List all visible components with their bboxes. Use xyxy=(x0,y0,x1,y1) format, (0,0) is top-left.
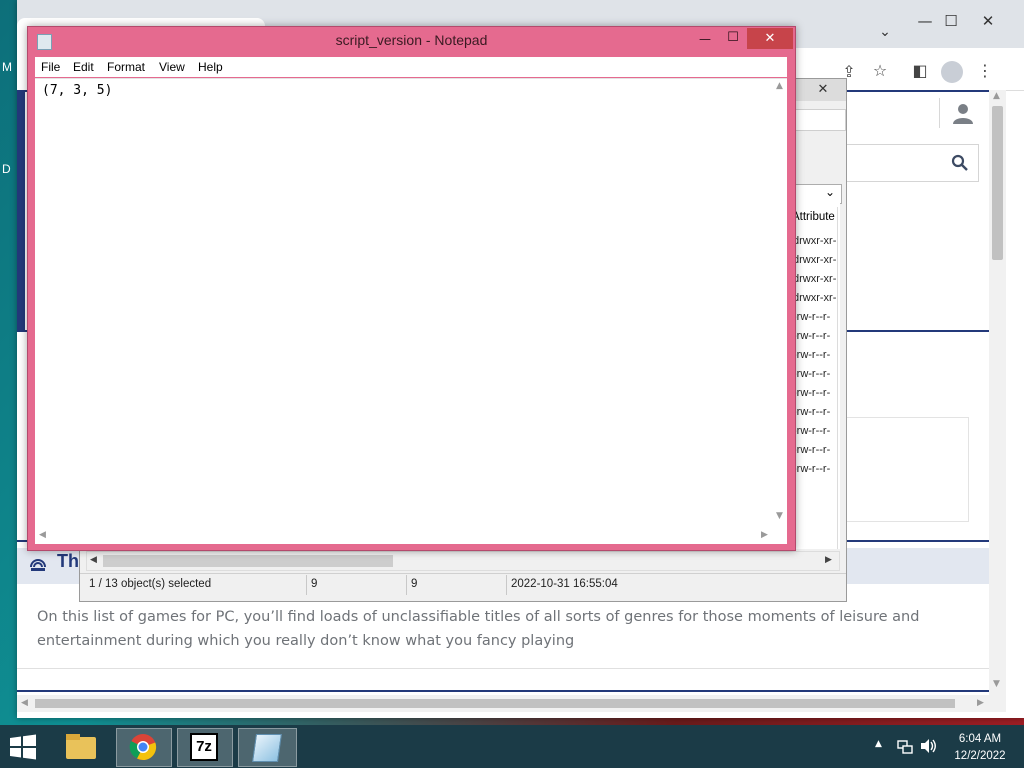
file-attribute-cell[interactable]: -rw-r--r- xyxy=(793,463,843,475)
file-list-hscrollbar[interactable]: ◀ ▶ xyxy=(86,551,840,571)
notepad-title: script_version - Notepad xyxy=(335,32,488,48)
notepad-minimize-button[interactable]: — xyxy=(691,29,719,49)
notepad-menubar: File Edit Format View Help xyxy=(35,57,787,77)
file-attribute-cell[interactable]: -rw-r--r- xyxy=(793,444,843,456)
taskbar: 7z ▲ 6:04 AM 12/2/2022 xyxy=(0,725,1024,768)
file-attribute-cell[interactable]: -rw-r--r- xyxy=(793,330,843,342)
status-modified: 2022-10-31 16:55:04 xyxy=(511,578,618,590)
tab-search-chevron-icon[interactable]: ⌄ xyxy=(869,24,901,40)
network-icon[interactable] xyxy=(897,738,913,754)
notepad-window: script_version - Notepad — ☐ ✕ File Edit… xyxy=(27,26,796,551)
menu-help[interactable]: Help xyxy=(198,60,223,74)
file-list-scroll-thumb[interactable] xyxy=(103,555,393,567)
menu-format[interactable]: Format xyxy=(107,60,145,74)
notepad-horizontal-scrollbar[interactable]: ◀ ▶ xyxy=(35,527,773,543)
notepad-vertical-scrollbar[interactable]: ▲ ▼ xyxy=(773,79,787,527)
file-attribute-cell[interactable]: drwxr-xr- xyxy=(793,235,843,247)
file-attribute-cell[interactable]: -rw-r--r- xyxy=(793,311,843,323)
folder-icon xyxy=(66,737,96,759)
address-field[interactable] xyxy=(792,109,846,131)
status-size: 9 xyxy=(311,578,318,590)
notepad-maximize-button[interactable]: ☐ xyxy=(719,28,747,48)
7zip-icon: 7z xyxy=(190,733,218,761)
file-attribute-cell[interactable]: -rw-r--r- xyxy=(793,349,843,361)
taskbar-chrome[interactable] xyxy=(116,728,172,767)
menu-edit[interactable]: Edit xyxy=(73,60,94,74)
start-button[interactable] xyxy=(8,734,38,760)
page-hscroll-thumb[interactable] xyxy=(35,699,955,708)
user-account-icon[interactable] xyxy=(952,102,974,124)
clock-date[interactable]: 12/2/2022 xyxy=(946,750,1014,762)
content-card[interactable] xyxy=(839,417,969,522)
taskbar-7zip[interactable]: 7z xyxy=(177,728,233,767)
menu-view[interactable]: View xyxy=(159,60,185,74)
taskbar-file-explorer[interactable] xyxy=(54,728,108,765)
chrome-icon xyxy=(129,733,157,761)
menu-file[interactable]: File xyxy=(41,60,60,74)
broadcast-icon xyxy=(29,555,47,573)
show-hidden-icons-icon[interactable]: ▲ xyxy=(875,739,882,749)
status-packed-size: 9 xyxy=(411,578,418,590)
notepad-icon xyxy=(252,734,282,762)
file-attribute-cell[interactable]: -rw-r--r- xyxy=(793,425,843,437)
document-content[interactable]: (7, 3, 5) xyxy=(42,83,112,98)
file-attribute-cell[interactable]: drwxr-xr- xyxy=(793,292,843,304)
close-button[interactable]: ✕ xyxy=(972,12,1004,30)
desktop-fragment-text: M xyxy=(2,60,12,74)
file-manager-close-button[interactable]: ✕ xyxy=(802,79,844,101)
notepad-text-area[interactable]: (7, 3, 5) ▲ ▼ ◀ ▶ xyxy=(35,78,787,544)
section-description: On this list of games for PC, you’ll fin… xyxy=(37,609,920,649)
page-scroll-thumb[interactable] xyxy=(992,106,1003,260)
more-menu-icon[interactable]: ⋮ xyxy=(973,61,997,80)
clock-time[interactable]: 6:04 AM xyxy=(946,733,1014,745)
profile-avatar-icon[interactable] xyxy=(941,61,963,83)
page-horizontal-scrollbar[interactable]: ◀ ▶ xyxy=(17,695,1006,712)
file-attribute-cell[interactable]: -rw-r--r- xyxy=(793,387,843,399)
status-selection: 1 / 13 object(s) selected xyxy=(89,578,212,590)
file-attribute-cell[interactable]: drwxr-xr- xyxy=(793,273,843,285)
column-header-attributes[interactable]: Attribute xyxy=(792,211,835,223)
page-vertical-scrollbar[interactable]: ▲ ▼ xyxy=(989,90,1006,695)
maximize-button[interactable]: ☐ xyxy=(935,12,967,30)
desktop-fragment-text: D xyxy=(2,162,11,176)
section-heading: Th xyxy=(57,551,79,571)
file-attribute-cell[interactable]: drwxr-xr- xyxy=(793,254,843,266)
search-icon[interactable] xyxy=(951,154,969,172)
notepad-close-button[interactable]: ✕ xyxy=(747,28,793,49)
bookmark-star-icon[interactable]: ☆ xyxy=(868,61,892,80)
file-attribute-cell[interactable]: -rw-r--r- xyxy=(793,406,843,418)
taskbar-notepad[interactable] xyxy=(238,728,297,767)
side-panel-icon[interactable]: ◧ xyxy=(908,61,932,80)
volume-icon[interactable] xyxy=(920,738,938,754)
file-attribute-cell[interactable]: -rw-r--r- xyxy=(793,368,843,380)
page-left-banner xyxy=(17,90,25,330)
